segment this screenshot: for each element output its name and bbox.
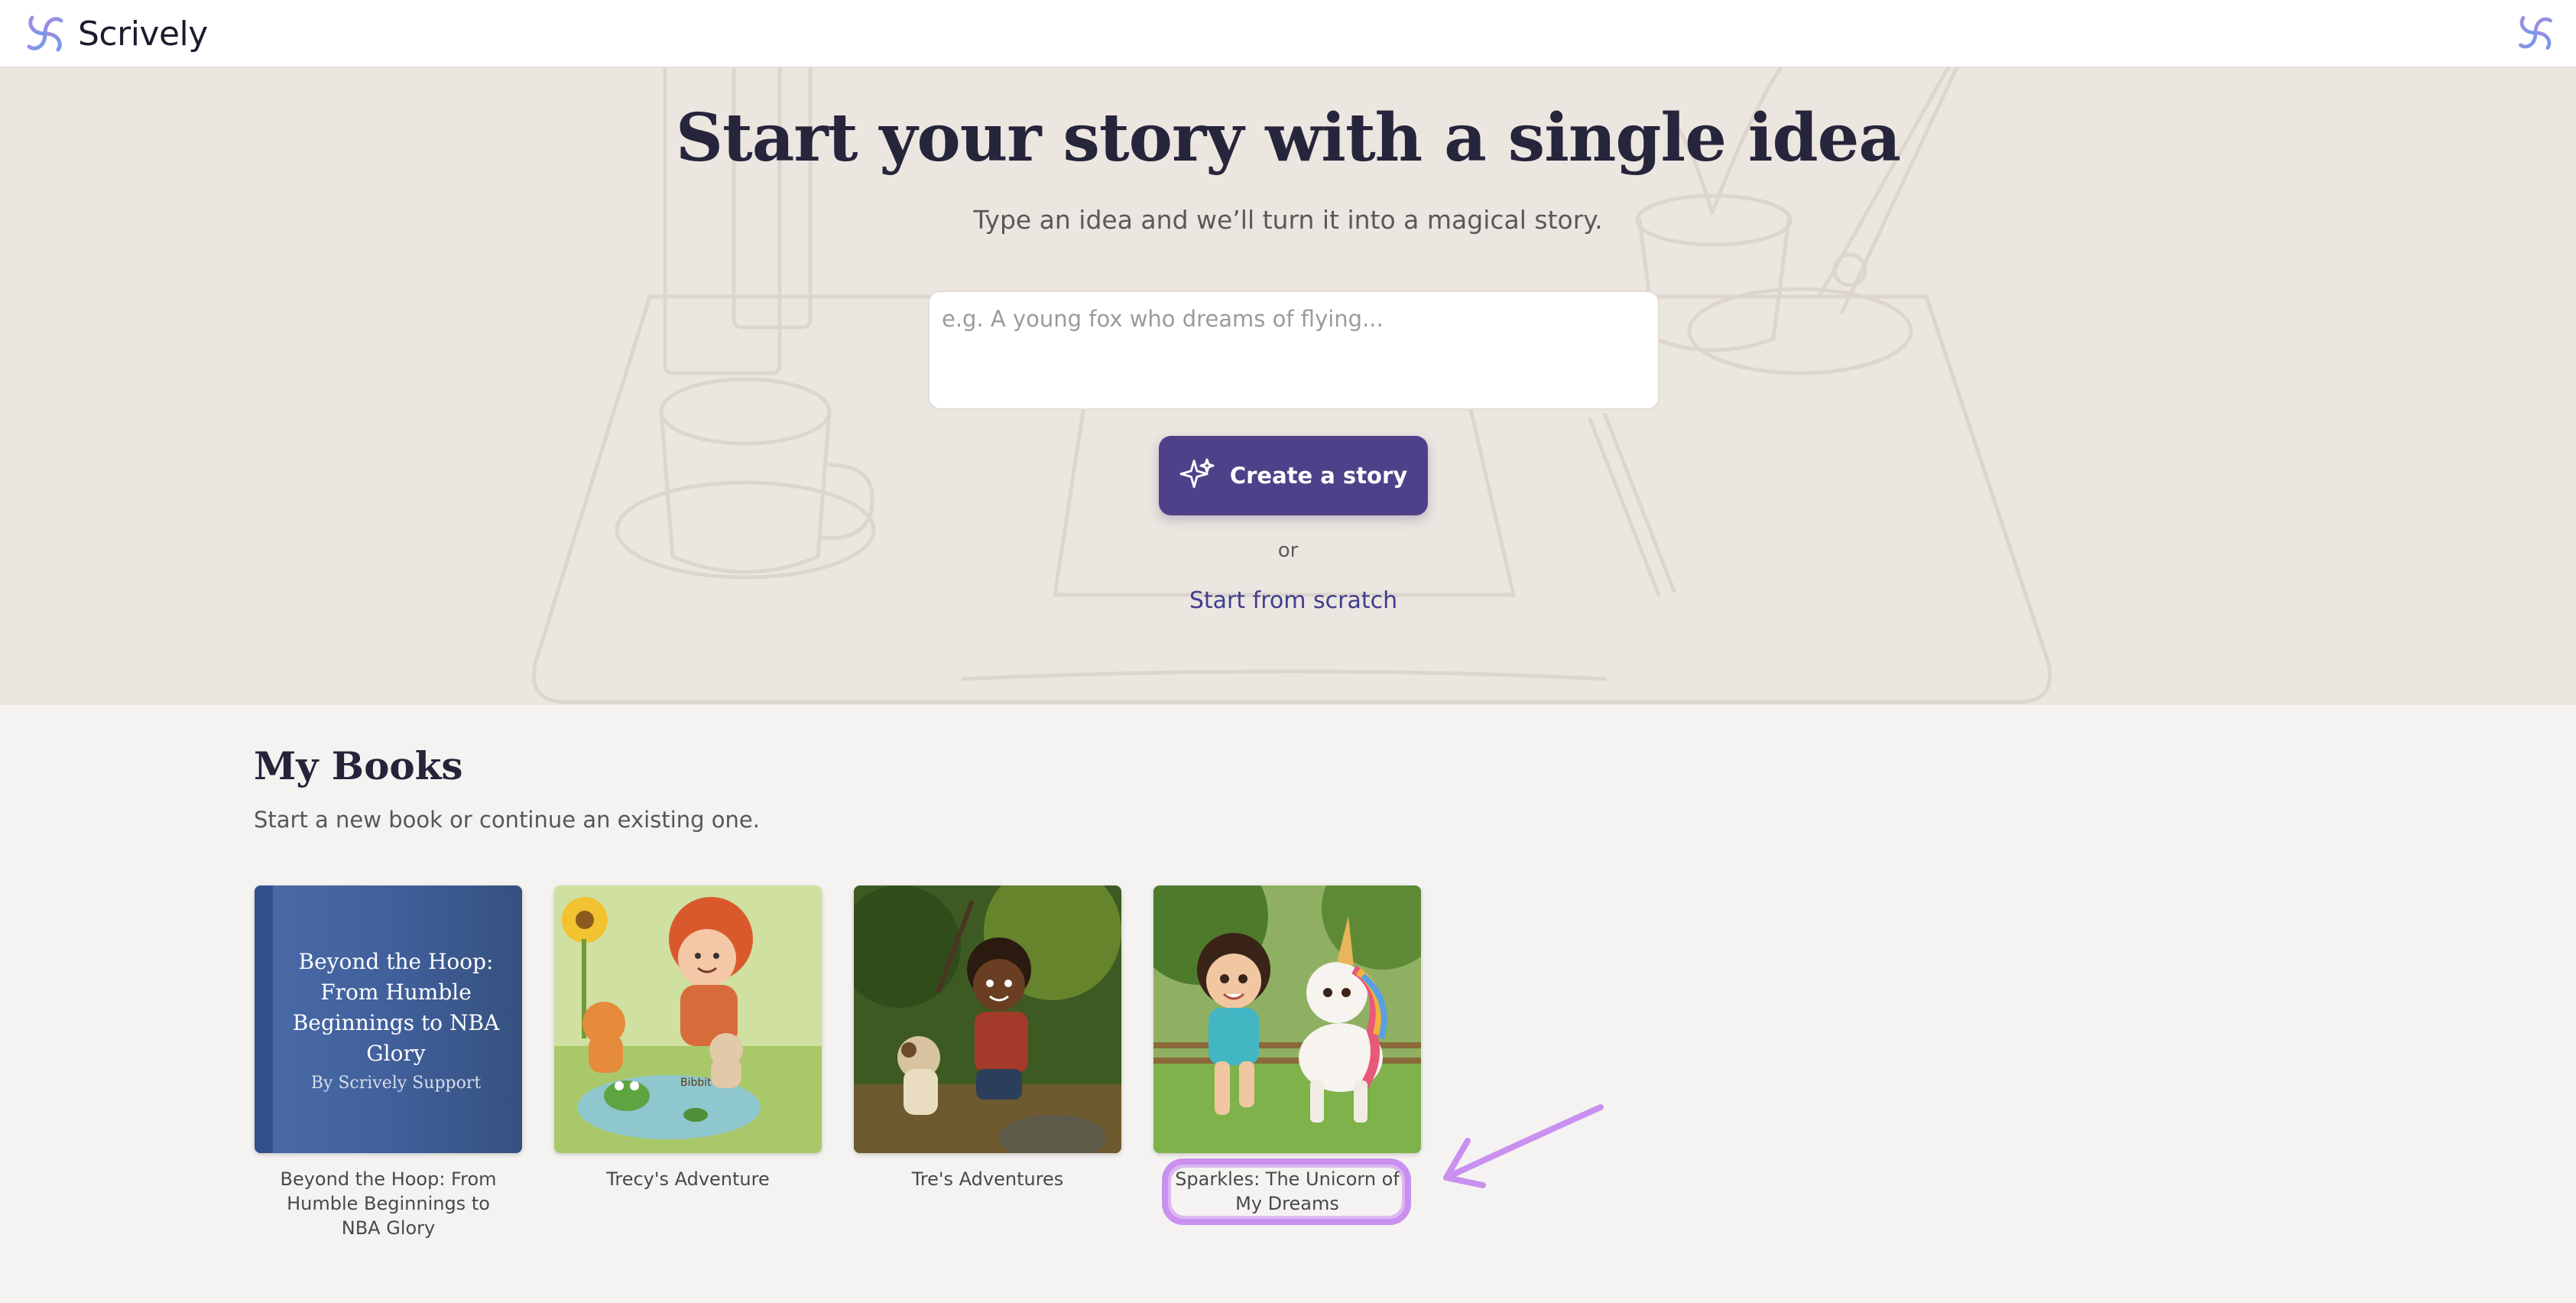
my-books-subtitle: Start a new book or continue an existing… [254, 807, 760, 833]
hero-subtitle: Type an idea and we’ll turn it into a ma… [973, 205, 1603, 235]
book-cover-illustration [1153, 885, 1421, 1153]
book-cover-illustration [854, 885, 1121, 1153]
top-bar: Scrively [0, 0, 2576, 67]
create-story-label: Create a story [1229, 463, 1408, 489]
book-card[interactable]: Sparkles: The Unicorn of My Dreams [1153, 885, 1421, 1216]
cover-text: Bibbit [680, 1077, 712, 1089]
book-card[interactable]: Bibbit Trecy's Adventure [554, 885, 822, 1191]
book-card[interactable]: Tre's Adventures [854, 885, 1121, 1191]
book-title[interactable]: Trecy's Adventure [554, 1167, 822, 1191]
start-from-scratch-link[interactable]: Start from scratch [1147, 587, 1440, 614]
sparkle-icon [1179, 458, 1215, 489]
or-divider-text: or [1277, 539, 1299, 562]
account-menu-icon[interactable] [2513, 11, 2558, 55]
create-story-button[interactable]: Create a story [1159, 436, 1428, 515]
my-books-title: My Books [254, 743, 463, 788]
app-name: Scrively [78, 14, 208, 54]
book-spine [255, 885, 273, 1153]
book-cover[interactable] [854, 885, 1121, 1153]
book-title[interactable]: Beyond the Hoop: From Humble Beginnings … [255, 1167, 522, 1240]
book-cover-illustration: Bibbit [554, 885, 822, 1153]
scrively-logo-icon [27, 15, 63, 52]
book-title[interactable]: Sparkles: The Unicorn of My Dreams [1153, 1167, 1421, 1216]
story-idea-input[interactable] [928, 291, 1659, 410]
arrow-head-bottom [1443, 1175, 1486, 1188]
arrow-head-top [1443, 1138, 1471, 1181]
book-cover[interactable]: Bibbit [554, 885, 822, 1153]
book-cover[interactable]: Beyond the Hoop: From Humble Beginnings … [255, 885, 522, 1153]
book-card[interactable]: Beyond the Hoop: From Humble Beginnings … [255, 885, 522, 1240]
hero-section: Start your story with a single idea Type… [0, 67, 2576, 705]
hero-title: Start your story with a single idea [675, 99, 1901, 177]
book-cover[interactable] [1153, 885, 1421, 1153]
brand[interactable]: Scrively [21, 6, 208, 61]
arrow-shaft [1443, 1104, 1604, 1181]
cover-author: By Scrively Support [310, 1074, 482, 1093]
book-title[interactable]: Tre's Adventures [854, 1167, 1121, 1191]
cover-title: Beyond the Hoop: From Humble Beginnings … [292, 949, 500, 1066]
